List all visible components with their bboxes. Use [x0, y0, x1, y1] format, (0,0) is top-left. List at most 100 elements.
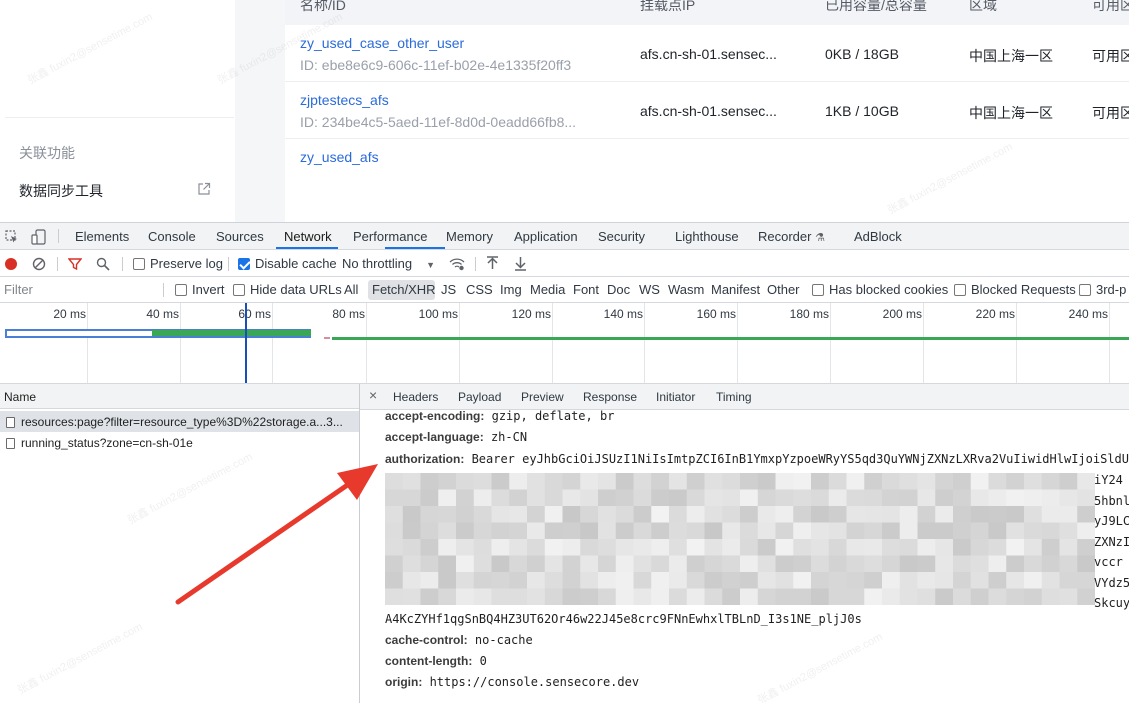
row-id: ID: 234be4c5-5aed-11ef-8d0d-0eadd66fb8..…	[300, 114, 577, 130]
data-sync-tool-link[interactable]: 数据同步工具	[19, 181, 215, 201]
disable-cache-checkbox[interactable]: Disable cache	[238, 256, 337, 271]
tab-memory[interactable]: Memory	[446, 229, 493, 244]
pixel-block	[704, 473, 723, 490]
table-row[interactable]: zy_used_case_other_user ID: ebe8e6c9-606…	[285, 25, 1129, 82]
tick-line	[459, 303, 460, 383]
pixel-block	[917, 506, 936, 523]
filter-type-fetch-xhr[interactable]: Fetch/XHR	[372, 282, 436, 297]
throttling-value: No throttling	[342, 256, 413, 271]
filter-icon[interactable]	[68, 257, 82, 271]
tab-adblock[interactable]: AdBlock	[854, 229, 902, 244]
tab-lighthouse[interactable]: Lighthouse	[675, 229, 739, 244]
tab-initiator[interactable]: Initiator	[656, 390, 695, 404]
header-key: cache-control:	[385, 633, 468, 647]
panel-splitter[interactable]	[359, 384, 360, 703]
timeline-cursor[interactable]	[245, 303, 247, 383]
pixel-block	[598, 588, 617, 605]
row-name-link[interactable]: zy_used_afs	[300, 149, 379, 165]
dropdown-arrow-icon: ▼	[426, 260, 436, 270]
col-zone: 可用区	[1092, 0, 1129, 13]
pixel-block	[456, 506, 475, 523]
pixel-block	[562, 539, 581, 556]
requests-name-header[interactable]: Name	[0, 384, 359, 409]
pixel-block	[580, 489, 599, 507]
table-row[interactable]: zjptestecs_afs ID: 234be4c5-5aed-11ef-8d…	[285, 82, 1129, 139]
pixel-block	[669, 588, 688, 605]
pixel-block	[1006, 588, 1025, 605]
tab-elements[interactable]: Elements	[75, 229, 129, 244]
third-party-checkbox[interactable]: 3rd-p	[1079, 282, 1126, 297]
request-row[interactable]: running_status?zone=cn-sh-01e	[0, 432, 359, 453]
filter-type-all[interactable]: All	[344, 282, 358, 297]
blocked-requests-checkbox[interactable]: Blocked Requests	[954, 282, 1076, 297]
tab-timing[interactable]: Timing	[716, 390, 752, 404]
network-overview-timeline[interactable]: 20 ms 40 ms 60 ms 80 ms 100 ms 120 ms 14…	[0, 303, 1129, 384]
record-icon[interactable]	[4, 257, 18, 271]
invert-checkbox[interactable]: Invert	[175, 282, 225, 297]
filter-type-media[interactable]: Media	[530, 282, 565, 297]
pixel-block	[828, 522, 847, 540]
filter-type-ws[interactable]: WS	[639, 282, 660, 297]
preserve-log-checkbox[interactable]: Preserve log	[133, 256, 223, 271]
search-icon[interactable]	[96, 257, 110, 271]
tab-preview[interactable]: Preview	[521, 390, 564, 404]
pixel-block	[970, 522, 989, 540]
row-capacity: 1KB / 10GB	[825, 103, 899, 119]
pixel-block	[580, 572, 599, 589]
device-toolbar-icon[interactable]	[31, 229, 47, 245]
pixel-block	[651, 506, 670, 523]
pixel-block	[811, 555, 830, 573]
filter-type-js[interactable]: JS	[441, 282, 456, 297]
pixel-block	[899, 572, 918, 589]
network-conditions-icon[interactable]	[449, 257, 465, 271]
export-har-icon[interactable]	[514, 256, 527, 271]
tab-payload[interactable]: Payload	[458, 390, 501, 404]
pixel-block	[527, 489, 546, 507]
close-icon[interactable]: ×	[369, 387, 377, 403]
clear-icon[interactable]	[32, 257, 46, 271]
filter-type-img[interactable]: Img	[500, 282, 522, 297]
table-row[interactable]: zy_used_afs	[285, 139, 1129, 196]
row-name-link[interactable]: zjptestecs_afs	[300, 92, 389, 108]
tab-sources[interactable]: Sources	[216, 229, 264, 244]
pixel-block	[828, 473, 847, 490]
pixel-block	[633, 489, 652, 507]
pixel-block	[1041, 572, 1060, 589]
has-blocked-cookies-checkbox[interactable]: Has blocked cookies	[812, 282, 948, 297]
filter-type-other[interactable]: Other	[767, 282, 800, 297]
tab-response[interactable]: Response	[583, 390, 637, 404]
tick-label: 40 ms	[146, 307, 179, 321]
import-har-icon[interactable]	[486, 256, 499, 271]
filter-type-css[interactable]: CSS	[466, 282, 493, 297]
name-column-label: Name	[4, 390, 37, 404]
tab-console[interactable]: Console	[148, 229, 196, 244]
tab-headers[interactable]: Headers	[393, 390, 438, 404]
filter-type-wasm[interactable]: Wasm	[668, 282, 704, 297]
pixel-block	[438, 473, 457, 490]
pixel-block	[882, 572, 901, 589]
request-detail-tabs: × Headers Payload Preview Response Initi…	[360, 384, 1129, 410]
tab-application[interactable]: Application	[514, 229, 578, 244]
tab-security[interactable]: Security	[598, 229, 645, 244]
inspect-element-icon[interactable]	[5, 230, 19, 244]
throttling-select[interactable]: No throttling ▼	[342, 256, 435, 271]
request-row[interactable]: resources:page?filter=resource_type%3D%2…	[0, 411, 359, 432]
hide-data-urls-checkbox[interactable]: Hide data URLs	[233, 282, 342, 297]
tick-line	[180, 303, 181, 383]
pixel-block	[420, 473, 439, 490]
row-name-link[interactable]: zy_used_case_other_user	[300, 35, 464, 51]
tab-recorder[interactable]: Recorder ⚗	[758, 229, 825, 244]
filter-type-manifest[interactable]: Manifest	[711, 282, 760, 297]
filter-input[interactable]: Filter	[4, 282, 160, 297]
pixel-block	[1041, 539, 1060, 556]
pixel-block	[385, 522, 404, 540]
pixel-block	[899, 539, 918, 556]
tab-performance[interactable]: Performance	[353, 229, 427, 244]
pixel-block	[456, 572, 475, 589]
pixel-block	[722, 539, 741, 556]
filter-type-doc[interactable]: Doc	[607, 282, 630, 297]
tab-network[interactable]: Network	[284, 229, 332, 244]
toolbar-separator	[122, 257, 123, 271]
pixel-block	[491, 572, 510, 589]
filter-type-font[interactable]: Font	[573, 282, 599, 297]
